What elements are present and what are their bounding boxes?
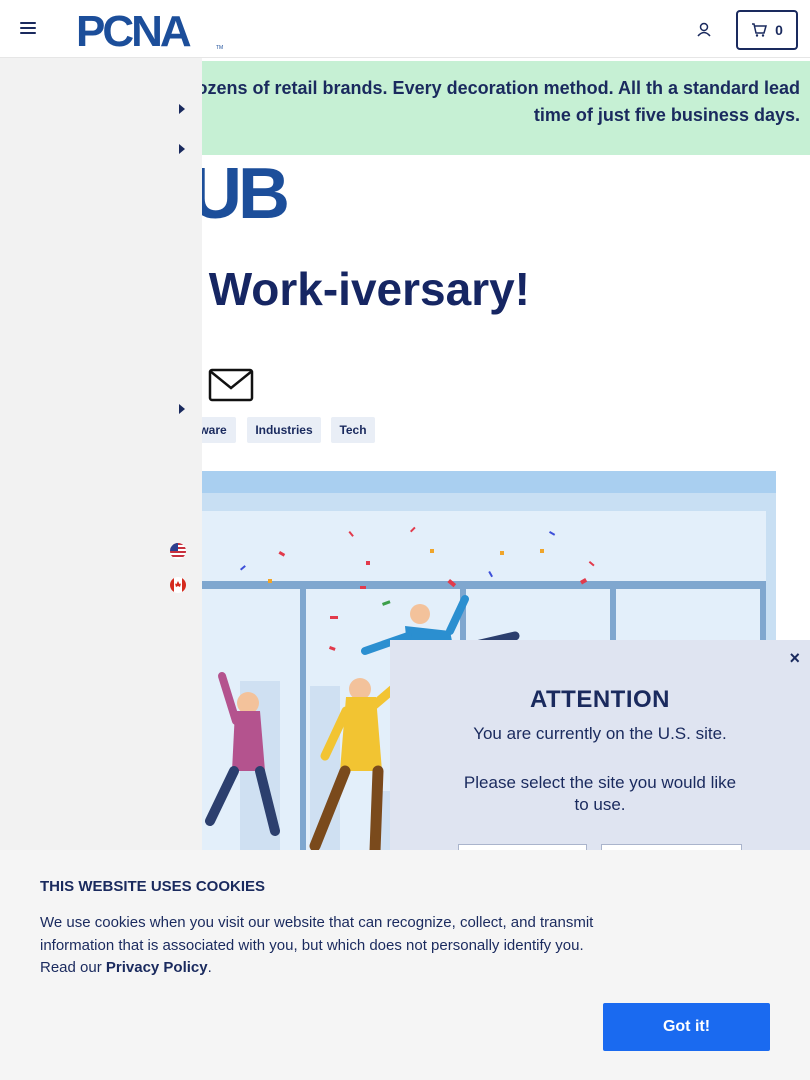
modal-title: ATTENTION — [529, 686, 671, 713]
accept-cookies-button[interactable]: Got it! — [603, 1003, 770, 1051]
caret-right-icon[interactable] — [178, 104, 186, 114]
cookie-text: We use cookies when you visit our websit… — [40, 912, 610, 980]
us-flag-icon[interactable] — [170, 543, 186, 559]
modal-current-site-text: You are currently on the U.S. site. — [473, 724, 727, 743]
tag-item[interactable]: Tech — [331, 417, 375, 443]
site-header: PCNA TM 0 — [0, 0, 810, 58]
side-navigation — [0, 58, 202, 858]
canada-flag-icon[interactable] — [170, 577, 186, 593]
account-icon[interactable] — [694, 20, 714, 40]
pcna-logo[interactable]: PCNA TM — [76, 10, 226, 50]
cookie-period: . — [207, 959, 212, 976]
privacy-policy-link[interactable]: Privacy Policy — [106, 959, 208, 976]
email-share-icon[interactable] — [208, 368, 254, 402]
menu-icon[interactable] — [20, 22, 36, 36]
cookie-title: THIS WEBSITE USES COOKIES — [40, 878, 266, 895]
cart-button[interactable]: 0 — [736, 10, 798, 50]
close-icon[interactable]: × — [789, 648, 800, 669]
tag-item[interactable]: Industries — [247, 417, 321, 443]
modal-instruction-text: Please select the site you would like to… — [463, 773, 737, 814]
caret-right-icon[interactable] — [178, 404, 186, 414]
cart-icon — [752, 23, 768, 37]
article-title: Work-iversary! — [208, 263, 530, 315]
hub-logo-text: UB — [190, 160, 287, 224]
cookie-banner: THIS WEBSITE USES COOKIES We use cookies… — [0, 850, 810, 1080]
cart-count: 0 — [775, 22, 783, 38]
logo-text: PCNA — [76, 10, 191, 50]
site-selector-modal: × ATTENTION You are currently on the U.S… — [390, 640, 810, 884]
svg-text:TM: TM — [216, 45, 223, 50]
caret-right-icon[interactable] — [178, 144, 186, 154]
